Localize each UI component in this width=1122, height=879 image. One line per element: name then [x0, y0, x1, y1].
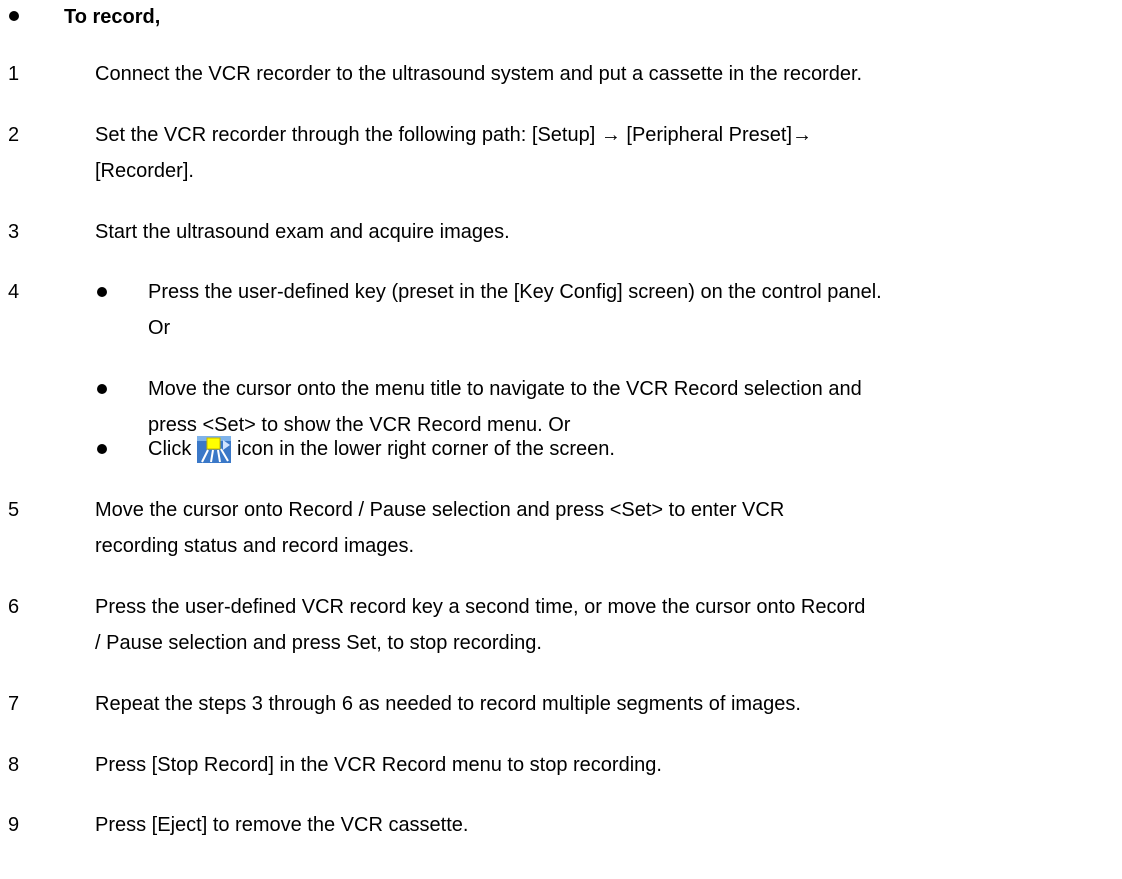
step-text: recording status and record images. — [95, 535, 415, 557]
vcr-record-icon[interactable] — [197, 436, 231, 463]
step-number: 8 — [8, 754, 20, 776]
sub-step-text: Press the user-defined key (preset in th… — [148, 281, 882, 303]
step-number: 4 — [8, 281, 20, 303]
sub-step-text: press <Set> to show the VCR Record menu.… — [148, 414, 571, 436]
step-number: 5 — [8, 499, 20, 521]
step-number: 6 — [8, 596, 20, 618]
sub-bullet — [97, 384, 107, 394]
step-text: Press [Stop Record] in the VCR Record me… — [95, 754, 662, 776]
document-page: To record, 1 Connect the VCR recorder to… — [0, 0, 1122, 879]
step-text: Press the user-defined VCR record key a … — [95, 596, 866, 618]
step-text: Connect the VCR recorder to the ultrasou… — [95, 63, 863, 85]
step-text: Press [Eject] to remove the VCR cassette… — [95, 814, 469, 836]
sub-step-text: icon in the lower right corner of the sc… — [237, 438, 615, 460]
step-text: / Pause selection and press Set, to stop… — [95, 632, 542, 654]
step-text: Set the VCR recorder through the followi… — [95, 124, 813, 146]
sub-bullet — [97, 287, 107, 297]
step-number: 2 — [8, 124, 20, 146]
step-number: 3 — [8, 221, 20, 243]
step-text: [Recorder]. — [95, 160, 194, 182]
sub-step-text: Click — [148, 438, 192, 460]
section-heading: To record, — [64, 6, 161, 28]
step-text: Start the ultrasound exam and acquire im… — [95, 221, 510, 243]
step-number: 1 — [8, 63, 20, 85]
step-number: 9 — [8, 814, 20, 836]
sub-step-text: Or — [148, 317, 171, 339]
sub-step-text: Move the cursor onto the menu title to n… — [148, 378, 862, 400]
step-text: Move the cursor onto Record / Pause sele… — [95, 499, 785, 521]
sub-bullet — [97, 444, 107, 454]
heading-bullet — [9, 11, 19, 21]
step-text: Repeat the steps 3 through 6 as needed t… — [95, 693, 801, 715]
step-number: 7 — [8, 693, 20, 715]
